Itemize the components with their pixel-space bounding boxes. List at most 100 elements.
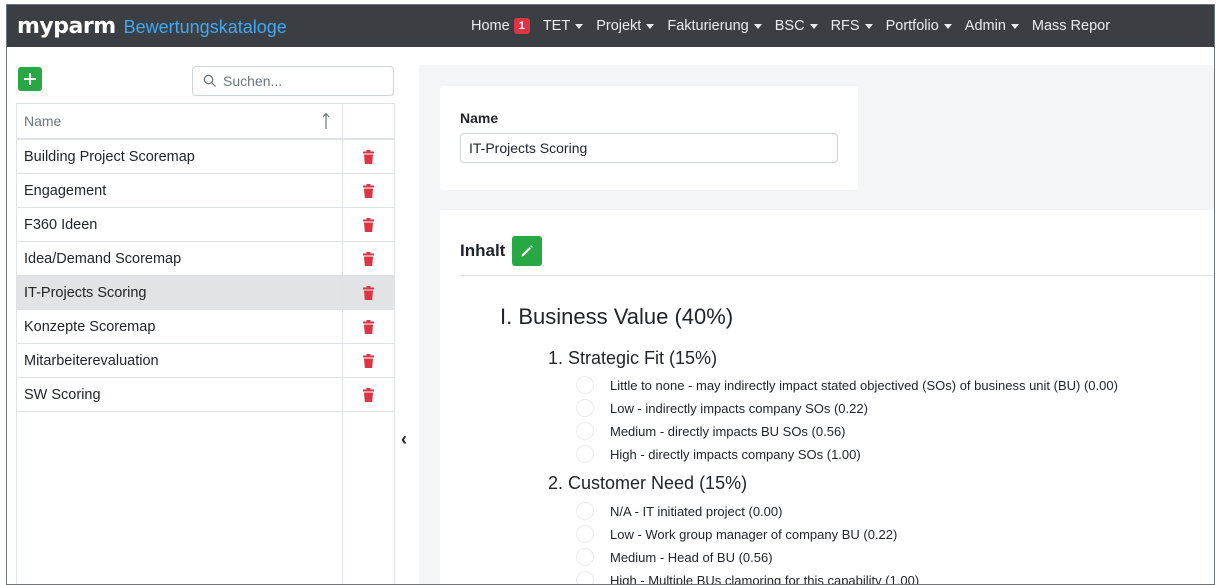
table-row[interactable]: Engagement [17, 174, 394, 208]
option-label: High - directly impacts company SOs (1.0… [610, 446, 861, 462]
column-header-label: Name [24, 113, 62, 129]
nav-item-projekt[interactable]: Projekt [596, 18, 655, 34]
top-navbar: myparm Bewertungskataloge Home 1 TET Pro… [7, 5, 1214, 47]
nav-item-label: Portfolio [885, 18, 939, 34]
nav-item-portfolio[interactable]: Portfolio [886, 18, 952, 34]
radio-button[interactable] [576, 571, 594, 584]
table-row[interactable]: SW Scoring [17, 378, 394, 412]
divider [460, 275, 1214, 276]
add-button[interactable] [18, 67, 42, 91]
nav-menu: Home 1 TET Projekt Fakturierung BSC RFS … [471, 5, 1123, 47]
catalog-table: Name Building Project Scoremap Engagemen… [16, 103, 395, 584]
row-name[interactable]: Konzepte Scoremap [17, 310, 343, 343]
table-empty-area [17, 412, 394, 584]
nav-item-fakturierung[interactable]: Fakturierung [667, 18, 762, 34]
option-row[interactable]: Little to none - may indirectly impact s… [576, 376, 1118, 394]
table-header: Name [17, 104, 394, 140]
radio-button[interactable] [576, 422, 594, 440]
option-row[interactable]: Medium - Head of BU (0.56) [576, 548, 773, 566]
table-row[interactable]: Mitarbeiterevaluation [17, 344, 394, 378]
search-input[interactable] [223, 73, 373, 89]
nav-item-label: Projekt [596, 18, 642, 34]
radio-button[interactable] [576, 376, 594, 394]
nav-item-label: TET [542, 18, 571, 34]
nav-item-label: BSC [774, 18, 805, 34]
radio-button[interactable] [576, 445, 594, 463]
trash-icon[interactable] [363, 285, 374, 300]
option-row[interactable]: N/A - IT initiated project (0.00) [576, 502, 782, 520]
nav-item-label: RFS [830, 18, 860, 34]
row-name[interactable]: F360 Ideen [17, 208, 343, 241]
nav-item-rfs[interactable]: RFS [831, 18, 873, 34]
collapse-sidebar-icon[interactable]: ‹ [401, 429, 407, 450]
option-row[interactable]: Medium - directly impacts BU SOs (0.56) [576, 422, 846, 440]
option-label: Low - Work group manager of company BU (… [610, 526, 898, 542]
row-name[interactable]: SW Scoring [17, 378, 343, 411]
sort-ascending-icon[interactable] [322, 112, 330, 130]
search-box[interactable] [192, 66, 394, 96]
row-name[interactable]: Building Project Scoremap [17, 140, 343, 173]
trash-icon[interactable] [363, 353, 374, 368]
group-title: 2. Customer Need (15%) [548, 473, 748, 493]
table-row[interactable]: Idea/Demand Scoremap [17, 242, 394, 276]
caret-down-icon [646, 23, 655, 29]
group-title: 1. Strategic Fit (15%) [548, 348, 718, 368]
table-row[interactable]: Konzepte Scoremap [17, 310, 394, 344]
nav-item-bsc[interactable]: BSC [775, 18, 818, 34]
option-label: N/A - IT initiated project (0.00) [610, 503, 783, 519]
option-label: High - Multiple BUs clamoring for this c… [610, 572, 920, 585]
row-name[interactable]: Idea/Demand Scoremap [17, 242, 343, 275]
trash-icon[interactable] [363, 149, 374, 164]
edit-button[interactable] [512, 236, 543, 266]
caret-down-icon [809, 23, 818, 29]
nav-item-label: Home [471, 18, 510, 34]
name-card: Name IT-Projects Scoring [440, 86, 858, 190]
caret-down-icon [753, 23, 762, 29]
nav-item-mass-report[interactable]: Mass Repor [1032, 18, 1110, 34]
option-label: Medium - directly impacts BU SOs (0.56) [610, 423, 846, 439]
nav-item-admin[interactable]: Admin [965, 18, 1019, 34]
radio-button[interactable] [576, 525, 594, 543]
caret-down-icon [1010, 23, 1019, 29]
nav-item-label: Fakturierung [667, 18, 749, 34]
table-row[interactable]: Building Project Scoremap [17, 140, 394, 174]
logo-text: myparm [17, 13, 116, 39]
caret-down-icon [575, 23, 584, 29]
option-label: Little to none - may indirectly impact s… [610, 377, 1118, 393]
trash-icon[interactable] [363, 387, 374, 402]
section-title: I. Business Value (40%) [500, 304, 734, 329]
name-input[interactable]: IT-Projects Scoring [460, 133, 838, 163]
row-name[interactable]: Engagement [17, 174, 343, 207]
row-name[interactable]: IT-Projects Scoring [17, 276, 343, 309]
option-row[interactable]: Low - Work group manager of company BU (… [576, 525, 897, 543]
option-row[interactable]: High - directly impacts company SOs (1.0… [576, 445, 861, 463]
trash-icon[interactable] [363, 251, 374, 266]
table-row-selected[interactable]: IT-Projects Scoring [17, 276, 394, 310]
trash-icon[interactable] [363, 217, 374, 232]
nav-item-tet[interactable]: TET [542, 18, 584, 34]
option-row[interactable]: Low - indirectly impacts company SOs (0.… [576, 399, 868, 417]
radio-button[interactable] [576, 502, 594, 520]
plus-icon [24, 73, 36, 85]
radio-button[interactable] [576, 548, 594, 566]
row-name[interactable]: Mitarbeiterevaluation [17, 344, 343, 377]
option-label: Medium - Head of BU (0.56) [610, 549, 773, 565]
logo[interactable]: myparm Bewertungskataloge [17, 14, 287, 39]
table-row[interactable]: F360 Ideen [17, 208, 394, 242]
page-title: Bewertungskataloge [123, 16, 287, 37]
column-header-actions [343, 104, 394, 138]
name-label: Name [460, 110, 499, 126]
trash-icon[interactable] [363, 319, 374, 334]
nav-item-label: Admin [964, 18, 1006, 34]
content-header: Inhalt [460, 236, 543, 266]
nav-item-label: Mass Repor [1031, 18, 1111, 34]
search-icon [203, 74, 216, 87]
notification-badge: 1 [513, 18, 530, 34]
trash-icon[interactable] [363, 183, 374, 198]
radio-button[interactable] [576, 399, 594, 417]
nav-item-home[interactable]: Home 1 [471, 18, 530, 34]
option-row[interactable]: High - Multiple BUs clamoring for this c… [576, 571, 920, 585]
column-header-name[interactable]: Name [17, 104, 343, 138]
option-label: Low - indirectly impacts company SOs (0.… [610, 400, 868, 416]
content-title: Inhalt [460, 241, 506, 260]
